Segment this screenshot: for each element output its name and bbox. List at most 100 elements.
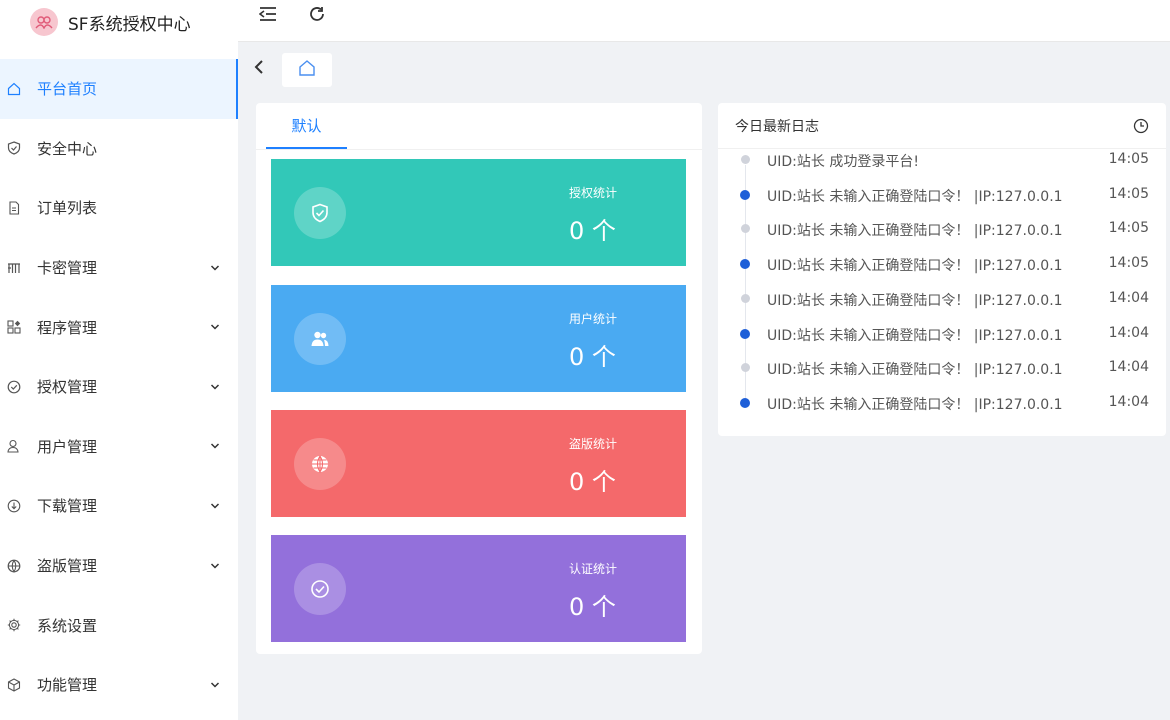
log-item: UID:站长 未输入正确登陆口令！ |IP:127.0.0.1 14:05	[718, 184, 1166, 206]
timeline-dot	[740, 189, 750, 200]
globe-icon	[294, 438, 346, 490]
home-icon	[7, 82, 21, 96]
clock-icon[interactable]	[1133, 118, 1149, 134]
log-item: UID:站长 未输入正确登陆口令！ |IP:127.0.0.1 14:05	[718, 218, 1166, 240]
home-icon	[298, 59, 316, 81]
sidebar-item-5[interactable]: 授权管理	[0, 357, 238, 417]
chevron-down-icon	[210, 265, 220, 271]
stat-card-value: 0 个	[569, 593, 616, 621]
users-icon	[294, 313, 346, 365]
gear-icon	[7, 618, 21, 632]
log-time: 14:04	[1108, 359, 1149, 376]
chevron-down-icon	[210, 563, 220, 569]
globe-icon	[7, 559, 21, 573]
log-text: UID:站长 未输入正确登陆口令！ |IP:127.0.0.1	[767, 362, 1063, 379]
stat-card[interactable]: 认证统计 0 个	[271, 535, 686, 642]
chevron-down-icon	[210, 503, 220, 509]
app-title: SF系统授权中心	[68, 14, 191, 35]
sidebar-item-label: 授权管理	[37, 378, 98, 397]
sidebar-item-label: 程序管理	[37, 318, 98, 337]
log-text: UID:站长 未输入正确登陆口令！ |IP:127.0.0.1	[767, 396, 1063, 413]
log-text: UID:站长 未输入正确登陆口令！ |IP:127.0.0.1	[767, 292, 1063, 309]
sidebar-item-label: 卡密管理	[37, 259, 98, 278]
stat-card[interactable]: 用户统计 0 个	[271, 285, 686, 392]
log-time: 14:05	[1108, 220, 1149, 237]
log-item: UID:站长 未输入正确登陆口令！ |IP:127.0.0.1 14:04	[718, 357, 1166, 379]
log-time: 14:04	[1108, 289, 1149, 306]
sidebar-item-6[interactable]: 用户管理	[0, 417, 238, 477]
sidebar-item-4[interactable]: 程序管理	[0, 297, 238, 357]
stats-panel: 默认 授权统计 0 个用户统计 0 个盗版统计 0 个认证统计 0 个	[256, 103, 702, 654]
timeline-dot	[741, 363, 750, 373]
sidebar-item-8[interactable]: 盗版管理	[0, 536, 238, 596]
refresh-button[interactable]	[307, 6, 327, 26]
chevron-down-icon	[210, 384, 220, 390]
tabs-bar	[238, 43, 1170, 93]
log-text: UID:站长 未输入正确登陆口令！ |IP:127.0.0.1	[767, 327, 1063, 344]
tab-divider	[256, 149, 702, 150]
stat-card-value: 0 个	[569, 468, 616, 496]
timeline-dot	[740, 397, 750, 408]
shield-check-icon	[294, 187, 346, 239]
tab-home[interactable]	[282, 53, 332, 87]
stat-card-label: 盗版统计	[569, 437, 618, 451]
log-item: UID:站长 未输入正确登陆口令！ |IP:127.0.0.1 14:04	[718, 392, 1166, 414]
timeline-dot	[740, 328, 750, 339]
stat-card-label: 用户统计	[569, 312, 618, 326]
sidebar-item-0[interactable]: 平台首页	[0, 59, 238, 119]
log-time: 14:05	[1108, 255, 1149, 272]
check-circle-icon	[294, 563, 346, 615]
sidebar-item-label: 安全中心	[37, 139, 98, 158]
log-time: 14:04	[1108, 393, 1149, 410]
stat-card-value: 0 个	[569, 343, 616, 371]
menu-fold-icon	[258, 6, 277, 26]
timeline-dot	[741, 224, 750, 234]
log-item: UID:站长 未输入正确登陆口令！ |IP:127.0.0.1 14:05	[718, 253, 1166, 275]
stat-card-label: 授权统计	[569, 186, 618, 200]
timeline-dot	[741, 155, 750, 164]
sidebar-menu: 平台首页安全中心订单列表卡密管理程序管理授权管理用户管理下载管理盗版管理系统设置…	[0, 59, 238, 715]
tabs-scroll-left-button[interactable]	[254, 59, 268, 75]
tab-default[interactable]: 默认	[266, 103, 347, 149]
log-item: UID:站长 未输入正确登陆口令！ |IP:127.0.0.1 14:04	[718, 323, 1166, 345]
logo-icon	[30, 8, 58, 36]
log-text: UID:站长 未输入正确登陆口令！ |IP:127.0.0.1	[767, 223, 1063, 240]
document-icon	[7, 201, 21, 215]
stat-card-value: 0 个	[569, 217, 616, 245]
log-item: UID:站长 未输入正确登陆口令！ |IP:127.0.0.1 14:04	[718, 288, 1166, 310]
chevron-left-icon	[254, 60, 264, 79]
sidebar-item-label: 下载管理	[37, 497, 98, 516]
sidebar-item-label: 系统设置	[37, 616, 98, 635]
sidebar-item-9[interactable]: 系统设置	[0, 595, 238, 655]
sidebar-item-3[interactable]: 卡密管理	[0, 238, 238, 298]
download-icon	[7, 499, 21, 513]
sidebar-item-label: 平台首页	[37, 80, 98, 99]
log-time: 14:05	[1108, 185, 1149, 202]
check-circle-icon	[7, 380, 21, 394]
log-text: UID:站长 未输入正确登陆口令！ |IP:127.0.0.1	[767, 188, 1063, 205]
logo[interactable]: SF系统授权中心	[0, 0, 238, 44]
stat-card[interactable]: 授权统计 0 个	[271, 159, 686, 266]
sidebar-item-2[interactable]: 订单列表	[0, 178, 238, 238]
shield-icon	[7, 141, 21, 156]
refresh-icon	[308, 5, 326, 27]
log-item: UID:站长 成功登录平台! 14:05	[718, 149, 1166, 171]
sidebar: SF系统授权中心 平台首页安全中心订单列表卡密管理程序管理授权管理用户管理下载管…	[0, 0, 238, 720]
stat-card[interactable]: 盗版统计 0 个	[271, 410, 686, 517]
log-panel: 今日最新日志 UID:站长 成功登录平台! 14:05 UID:站长 未输入正确登陆…	[718, 103, 1166, 436]
sidebar-item-7[interactable]: 下载管理	[0, 476, 238, 536]
log-panel-title: 今日最新日志	[735, 119, 819, 135]
timeline-dot	[741, 293, 750, 303]
chevron-down-icon	[210, 443, 220, 449]
log-time: 14:04	[1108, 324, 1149, 341]
sidebar-item-1[interactable]: 安全中心	[0, 119, 238, 179]
sidebar-item-10[interactable]: 功能管理	[0, 655, 238, 715]
timeline-dot	[740, 259, 750, 270]
log-text: UID:站长 成功登录平台!	[767, 154, 919, 170]
sidebar-item-label: 盗版管理	[37, 557, 98, 576]
collapse-menu-button[interactable]	[258, 6, 278, 26]
card-icon	[7, 261, 21, 275]
stat-card-label: 认证统计	[569, 562, 618, 576]
cube-icon	[7, 678, 21, 692]
chevron-down-icon	[210, 682, 220, 688]
